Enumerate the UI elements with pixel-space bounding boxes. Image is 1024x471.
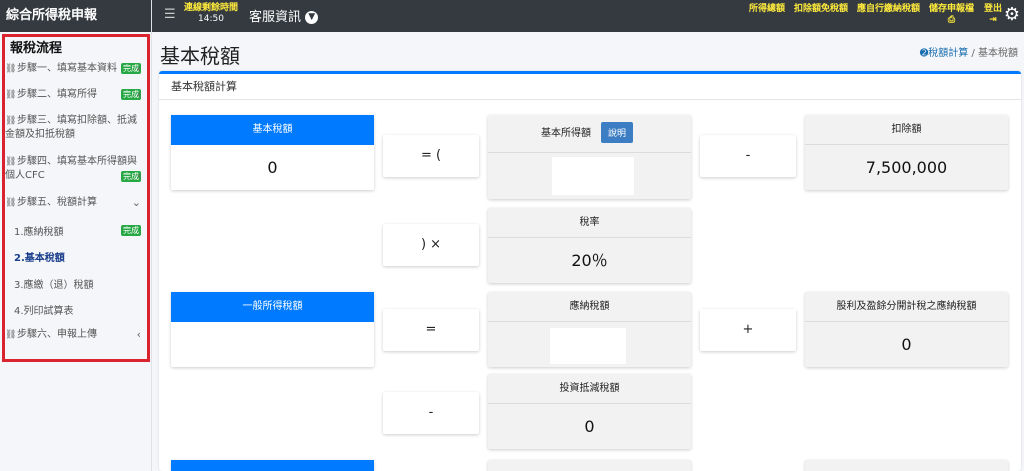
- general-tax-label: 一般所得稅額: [171, 292, 374, 322]
- step-label: 步驟四、填寫基本所得額與個人CFC: [5, 156, 137, 181]
- step-label: 步驟一、填寫基本資料: [17, 63, 117, 74]
- payable-tax-label: 應納稅額: [488, 292, 691, 322]
- next-row-box-left: [171, 460, 374, 471]
- brand-title: 綜合所得稅申報: [0, 0, 151, 32]
- gear-icon[interactable]: ⚙: [1004, 4, 1020, 25]
- breadcrumb-home-icon[interactable]: ➋: [920, 48, 928, 59]
- timer-value: 14:50: [198, 14, 224, 24]
- status-badge: 完成: [121, 225, 141, 236]
- link-icon: ⛓: [5, 64, 17, 74]
- operator-equals-open: = (: [383, 135, 479, 177]
- investment-credit-box: 投資抵減稅額 0: [488, 374, 691, 449]
- substep-1[interactable]: 1.應納稅額: [14, 223, 64, 238]
- link-icon: ⛓: [5, 157, 17, 167]
- sidebar-title: 報稅流程: [10, 41, 63, 56]
- link-label: 扣除額免稅額: [794, 4, 849, 14]
- self-pay-tax-link[interactable]: 應自行繳納稅額: [857, 4, 920, 15]
- basic-income-box: 基本所得額 說明: [488, 115, 691, 199]
- operator-close-times: ) ×: [383, 224, 479, 266]
- sidebar-step-2[interactable]: ⛓步驟二、填寫所得 完成 ‹: [5, 88, 147, 102]
- tax-rate-value: 20％: [571, 251, 608, 270]
- basic-tax-value: 0: [267, 158, 278, 177]
- basic-tax-label: 基本稅額: [171, 115, 374, 145]
- next-row-box-right: [805, 460, 1008, 471]
- total-income-link[interactable]: 所得總額: [749, 4, 785, 15]
- save-icon: ⎙: [947, 15, 956, 25]
- link-icon: ⛓: [5, 116, 17, 126]
- service-info-link[interactable]: 客服資訊 ▼: [249, 6, 319, 25]
- next-row-box-center: [488, 460, 691, 471]
- session-timer: 連線剩餘時間 14:50: [184, 3, 238, 25]
- basic-income-input[interactable]: [552, 157, 634, 195]
- tax-rate-box: 稅率 20％: [488, 208, 691, 283]
- sidebar-step-3[interactable]: ⛓步驟三、填寫扣除額、抵減金額及扣抵稅額: [5, 114, 137, 142]
- tax-rate-label: 稅率: [488, 208, 691, 238]
- deduction-label: 扣除額: [805, 115, 1008, 145]
- link-icon: ⛓: [5, 330, 17, 340]
- deduction-value: 7,500,000: [865, 158, 948, 177]
- logout-link[interactable]: 登出 ⇥: [984, 4, 1002, 26]
- page-title: 基本稅額: [160, 44, 240, 68]
- link-icon: ⛓: [5, 90, 17, 100]
- basic-income-label: 基本所得額: [488, 115, 691, 153]
- step-label: 步驟二、填寫所得: [17, 89, 97, 100]
- operator-minus-2: -: [383, 392, 479, 434]
- operator-plus: +: [700, 309, 796, 351]
- deductions-link[interactable]: 扣除額免稅額: [794, 4, 848, 15]
- payable-tax-box: 應納稅額: [488, 292, 691, 367]
- dividend-tax-label: 股利及盈餘分開計稅之應納稅額: [805, 292, 1008, 322]
- breadcrumb-current: 基本稅額: [978, 48, 1018, 59]
- calculation-card: 基本稅額計算 基本稅額 0 = ( 基本所得額 說明 - 扣除額 7,500,0…: [159, 71, 1021, 471]
- breadcrumb: ➋稅額計算 / 基本稅額: [920, 44, 1018, 59]
- save-file-link[interactable]: 儲存申報檔 ⎙: [929, 4, 974, 26]
- link-label: 登出: [984, 4, 1003, 14]
- logout-icon: ⇥: [989, 15, 997, 25]
- sidebar-step-5[interactable]: ⛓步驟五、稅額計算 ⌄: [5, 196, 147, 210]
- timer-label: 連線剩餘時間: [184, 3, 239, 13]
- step-label: 步驟六、申報上傳: [17, 329, 97, 340]
- payable-tax-field: [550, 328, 626, 364]
- chevron-left-icon: ‹: [136, 88, 141, 101]
- chevron-left-icon: ‹: [136, 62, 141, 75]
- breadcrumb-link[interactable]: 稅額計算: [928, 48, 968, 59]
- link-label: 應自行繳納稅額: [857, 4, 921, 14]
- operator-equals: =: [383, 309, 479, 351]
- chevron-left-icon: ‹: [137, 169, 142, 182]
- explain-button[interactable]: 說明: [601, 122, 634, 143]
- top-navbar: ☰ 連線剩餘時間 14:50 客服資訊 ▼ 所得總額 扣除額免稅額 應自行繳納稅…: [152, 0, 1024, 32]
- investment-credit-label: 投資抵減稅額: [488, 374, 691, 404]
- dividend-tax-box: 股利及盈餘分開計稅之應納稅額 0: [805, 292, 1008, 367]
- service-label: 客服資訊: [249, 10, 302, 25]
- sidebar-step-4[interactable]: ⛓步驟四、填寫基本所得額與個人CFC: [5, 155, 137, 183]
- next-row-header: [171, 460, 374, 471]
- operator-minus: -: [700, 135, 796, 177]
- deduction-box: 扣除額 7,500,000: [805, 115, 1008, 190]
- chevron-left-icon: ‹: [136, 328, 141, 341]
- general-tax-box: 一般所得稅額: [171, 292, 374, 367]
- substep-3[interactable]: 3.應繳（退）稅額: [14, 276, 94, 291]
- investment-credit-value: 0: [584, 417, 595, 436]
- chevron-down-icon: ⌄: [131, 196, 141, 209]
- chevron-down-circle-icon: ▼: [305, 11, 319, 24]
- dividend-tax-value: 0: [901, 335, 912, 354]
- step-label: 步驟五、稅額計算: [17, 197, 97, 208]
- link-label: 儲存申報檔: [929, 4, 975, 14]
- sidebar-step-1[interactable]: ⛓步驟一、填寫基本資料 完成 ‹: [5, 62, 147, 76]
- substep-2[interactable]: 2.基本稅額: [14, 249, 65, 264]
- step-label: 步驟三、填寫扣除額、抵減金額及扣抵稅額: [5, 115, 137, 140]
- substep-4[interactable]: 4.列印試算表: [14, 302, 74, 317]
- hamburger-menu-icon[interactable]: ☰: [164, 7, 176, 22]
- sidebar-step-6[interactable]: ⛓步驟六、申報上傳 ‹: [5, 328, 147, 342]
- basic-tax-box: 基本稅額 0: [171, 115, 374, 190]
- link-icon: ⛓: [5, 198, 17, 208]
- card-header: 基本稅額計算: [159, 74, 1021, 100]
- link-label: 所得總額: [749, 4, 786, 14]
